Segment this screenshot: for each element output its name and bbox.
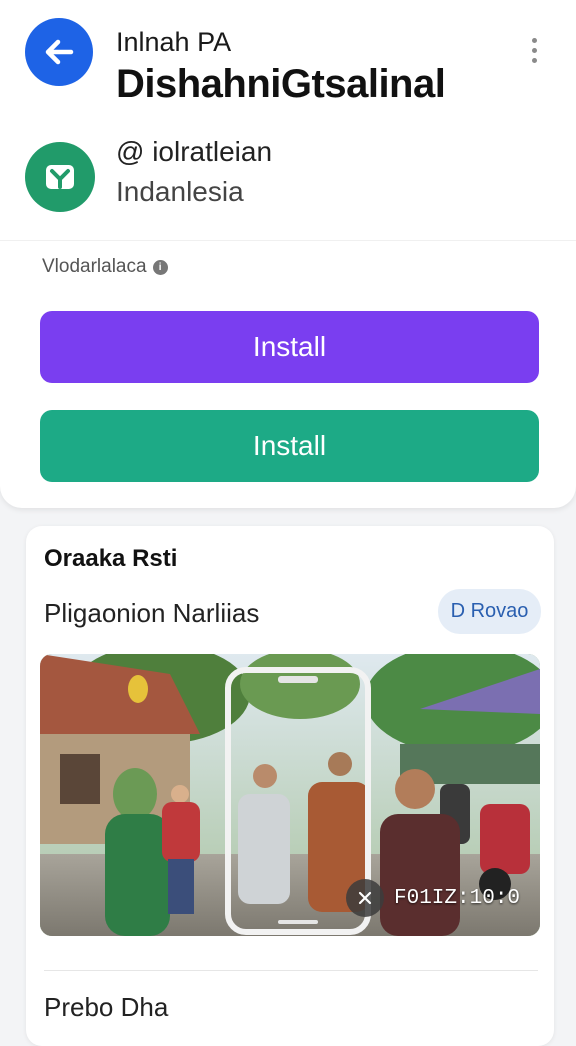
developer-handle[interactable]: @ iolrаtleiаn xyxy=(116,136,272,168)
developer-logo[interactable] xyxy=(25,142,95,212)
developer-country: Indanlesia xyxy=(116,176,244,207)
app-title: DishahniGtsalinal xyxy=(116,62,446,106)
divider xyxy=(0,240,576,241)
section-subtitle: Pligaonion Narliias xyxy=(44,598,260,628)
arrow-left-icon xyxy=(45,39,74,65)
back-button[interactable] xyxy=(25,18,93,86)
meta-text: Vlodarlalaca xyxy=(42,256,147,277)
more-vertical-icon xyxy=(531,37,537,43)
card-divider xyxy=(44,970,538,971)
filter-chip[interactable]: D Rovao xyxy=(438,589,541,634)
section-title: Oraaka Rsti xyxy=(44,545,178,572)
install-button-secondary[interactable]: Install xyxy=(40,410,539,482)
bottom-label: Prebo Dha xyxy=(44,992,169,1022)
video-duration: F01IZ:10:0 xyxy=(346,878,520,918)
meta-info: Vlodarlalaca i xyxy=(42,256,168,278)
more-options-button[interactable] xyxy=(520,30,548,70)
duration-text: F01IZ:10:0 xyxy=(394,886,521,910)
play-icon[interactable] xyxy=(346,879,384,917)
leaf-logo-icon xyxy=(46,165,74,189)
app-subtitle: Inlnah PA xyxy=(116,27,232,57)
install-button-primary[interactable]: Install xyxy=(40,311,539,383)
info-icon[interactable]: i xyxy=(152,259,168,275)
